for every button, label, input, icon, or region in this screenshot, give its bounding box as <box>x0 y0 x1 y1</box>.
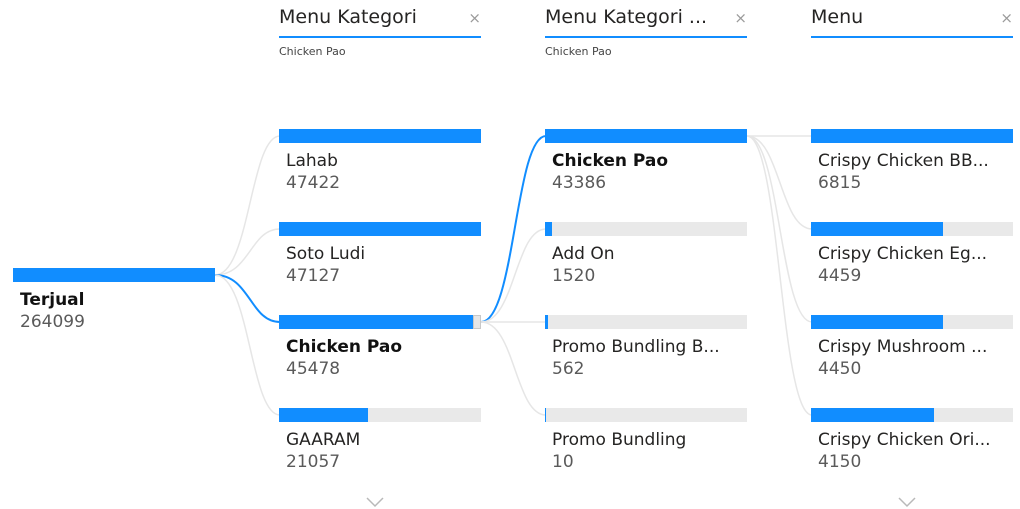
node-label: Chicken Pao <box>552 151 669 171</box>
node-bar <box>279 222 481 236</box>
root-bar <box>13 268 215 282</box>
column-header-1: Menu Kategori × Chicken Pao <box>279 0 481 58</box>
node-crispy-chicken-egg[interactable]: Crispy Chicken Eg... 4459 <box>811 222 1013 288</box>
connector-c2-original <box>746 135 813 416</box>
connector-root-soto <box>214 228 281 276</box>
column-title-row: Menu × <box>811 0 1013 38</box>
node-add-on[interactable]: Add On 1520 <box>545 222 747 288</box>
node-bar-fill <box>545 315 548 329</box>
node-value: 21057 <box>286 452 341 472</box>
node-label: Promo Bundling <box>552 430 687 450</box>
expand-handle[interactable] <box>473 315 481 329</box>
node-label: Add On <box>552 244 615 264</box>
close-icon[interactable]: × <box>468 11 481 26</box>
node-bar <box>811 222 1013 236</box>
node-chicken-pao-sub[interactable]: Chicken Pao 43386 <box>545 129 747 195</box>
node-bar-fill <box>545 129 747 143</box>
node-soto-ludi[interactable]: Soto Ludi 47127 <box>279 222 481 288</box>
close-icon[interactable]: × <box>1000 11 1013 26</box>
column-title[interactable]: Menu Kategori ... <box>545 6 707 28</box>
node-promo-bundling-b[interactable]: Promo Bundling B... 562 <box>545 315 747 381</box>
node-bar <box>811 408 1013 422</box>
column-header-3: Menu × <box>811 0 1013 45</box>
node-crispy-mushroom[interactable]: Crispy Mushroom ... 4450 <box>811 315 1013 381</box>
node-value: 47422 <box>286 173 341 193</box>
node-label: Chicken Pao <box>286 337 403 357</box>
node-bar-fill <box>279 408 368 422</box>
connector-c2-mushroom <box>746 135 813 323</box>
node-bar <box>279 129 481 143</box>
node-bar <box>545 222 747 236</box>
column-title-row: Menu Kategori × <box>279 0 481 38</box>
connector-c2-egg <box>746 135 813 230</box>
node-label: Crispy Chicken BB... <box>818 151 989 171</box>
node-bar <box>811 315 1013 329</box>
node-bar <box>545 129 747 143</box>
node-value: 6815 <box>818 173 862 193</box>
node-bar-fill <box>279 129 481 143</box>
node-bar-fill <box>545 408 546 422</box>
column-header-2: Menu Kategori ... × Chicken Pao <box>545 0 747 58</box>
node-value: 10 <box>552 452 574 472</box>
node-bar <box>279 315 481 329</box>
node-bar <box>811 129 1013 143</box>
node-bar-fill <box>811 129 1013 143</box>
connector-root-lahab <box>214 135 281 276</box>
connector-root-chickenpao <box>214 274 281 323</box>
node-value: 4450 <box>818 359 862 379</box>
connector-c1-addon <box>480 228 547 323</box>
node-label: GAARAM <box>286 430 361 450</box>
root-bar-fill <box>13 268 215 282</box>
node-value: 4150 <box>818 452 862 472</box>
column-title-row: Menu Kategori ... × <box>545 0 747 38</box>
node-label: Crispy Chicken Eg... <box>818 244 988 264</box>
node-label: Crispy Chicken Ori... <box>818 430 991 450</box>
node-value: 45478 <box>286 359 341 379</box>
node-label: Promo Bundling B... <box>552 337 720 357</box>
node-gaaram[interactable]: GAARAM 21057 <box>279 408 481 474</box>
root-label: Terjual <box>20 290 85 310</box>
node-crispy-chicken-bbq[interactable]: Crispy Chicken BB... 6815 <box>811 129 1013 195</box>
connector-c1-chickenpao <box>480 135 547 323</box>
node-bar-fill <box>545 222 553 236</box>
node-label: Soto Ludi <box>286 244 366 264</box>
node-bar-fill <box>279 315 473 329</box>
node-value: 47127 <box>286 266 341 286</box>
connector-c1-promobundling <box>480 321 547 416</box>
node-bar-fill <box>811 222 944 236</box>
node-bar <box>279 408 481 422</box>
node-bar-fill <box>811 408 935 422</box>
node-label: Lahab <box>286 151 338 171</box>
chevron-down-icon[interactable] <box>365 496 385 508</box>
node-bar-fill <box>811 315 943 329</box>
column-title[interactable]: Menu Kategori <box>279 6 417 28</box>
node-bar <box>545 315 747 329</box>
root-node[interactable]: Terjual 264099 <box>13 268 215 334</box>
node-value: 4459 <box>818 266 862 286</box>
node-label: Crispy Mushroom ... <box>818 337 988 357</box>
node-lahab[interactable]: Lahab 47422 <box>279 129 481 195</box>
chevron-down-icon[interactable] <box>897 496 917 508</box>
node-value: 1520 <box>552 266 596 286</box>
root-value: 264099 <box>20 312 85 332</box>
column-title[interactable]: Menu <box>811 6 863 28</box>
close-icon[interactable]: × <box>734 11 747 26</box>
node-value: 43386 <box>552 173 607 193</box>
node-crispy-chicken-original[interactable]: Crispy Chicken Ori... 4150 <box>811 408 1013 474</box>
node-bar-fill <box>279 222 481 236</box>
node-bar <box>545 408 747 422</box>
column-subtitle: Chicken Pao <box>279 45 346 58</box>
column-subtitle: Chicken Pao <box>545 45 612 58</box>
node-value: 562 <box>552 359 585 379</box>
connector-root-gaaram <box>214 274 281 416</box>
node-chicken-pao[interactable]: Chicken Pao 45478 <box>279 315 481 381</box>
node-promo-bundling[interactable]: Promo Bundling 10 <box>545 408 747 474</box>
